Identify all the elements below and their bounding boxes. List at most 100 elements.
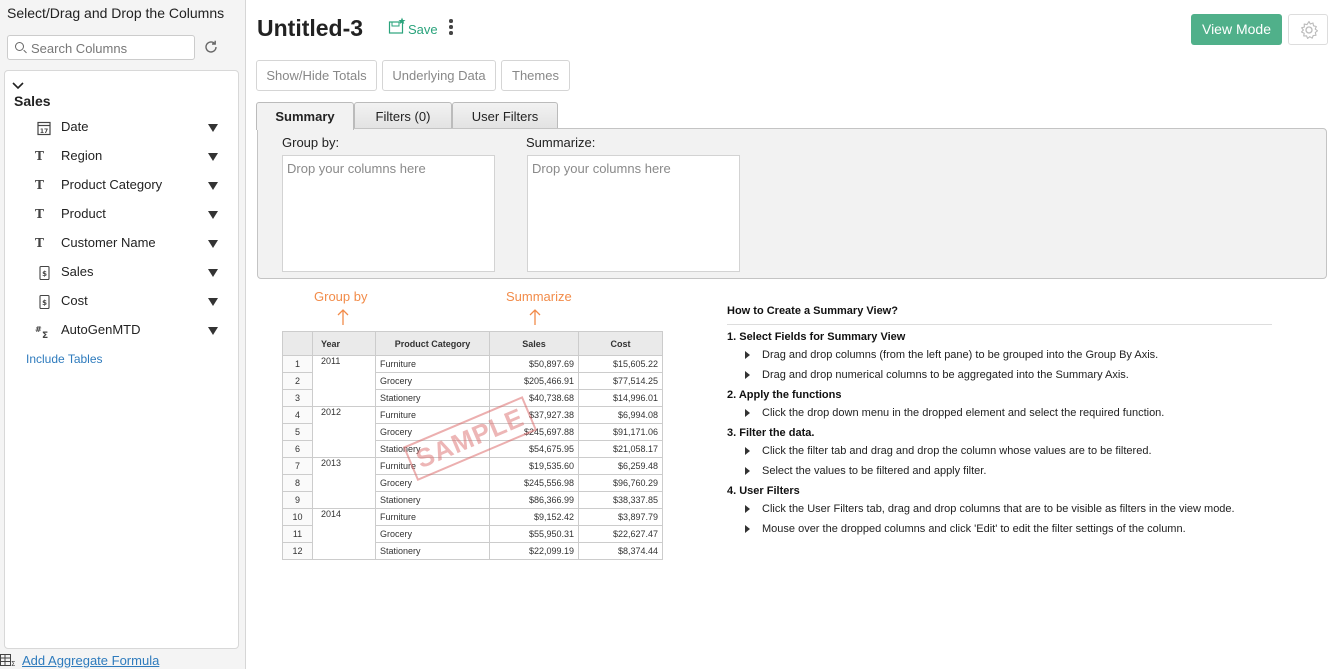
svg-text:#: # [35,325,42,334]
table-row: 1 2011 Furniture $50,897.69 $15,605.22 [282,355,663,407]
save-button[interactable]: Save [388,17,440,37]
column-item-customer-name[interactable]: T Customer Name [35,234,225,254]
table-header: Year [312,331,376,356]
dropdown-arrow-icon[interactable] [208,298,218,306]
report-title[interactable]: Untitled-3 [257,15,363,42]
view-mode-button[interactable]: View Mode [1191,14,1282,45]
drop-placeholder: Drop your columns here [532,161,671,176]
column-tree: Sales 17 Date T Region T Product Categor… [4,70,239,649]
table-cell: 11 [282,525,313,543]
show-hide-totals-button[interactable]: Show/Hide Totals [256,60,377,91]
table-cell: 2011 [312,355,376,407]
table-cell: $22,099.19 [489,542,579,560]
text-type-icon: T [35,178,44,192]
dropdown-arrow-icon[interactable] [208,153,218,161]
text-type-icon: T [35,207,44,221]
howto-bullet: Mouse over the dropped columns and click… [727,523,1272,537]
svg-text:Σ: Σ [42,331,48,339]
more-options-icon[interactable] [446,19,456,37]
column-label: Region [61,148,103,163]
dropdown-arrow-icon[interactable] [208,327,218,335]
search-columns-input[interactable] [31,39,191,57]
underlying-data-button[interactable]: Underlying Data [382,60,496,91]
table-cell: $6,994.08 [578,406,663,424]
table-cell: 6 [282,440,313,458]
svg-text:$: $ [42,299,47,307]
table-cell: $9,152.42 [489,508,579,526]
settings-button[interactable] [1288,14,1328,45]
table-cell: $37,927.38 [489,406,579,424]
table-header [282,331,313,356]
table-cell: $55,950.31 [489,525,579,543]
table-cell: Stationery [375,542,490,560]
table-cell: $77,514.25 [578,372,663,390]
add-aggregate-formula-link[interactable]: Σ Add Aggregate Formula [0,652,240,669]
tab-filters[interactable]: Filters (0) [354,102,452,129]
group-by-drop-zone[interactable]: Drop your columns here [282,155,495,272]
column-item-sales[interactable]: $ Sales [35,263,225,283]
column-item-cost[interactable]: $ Cost [35,292,225,312]
refresh-icon[interactable] [203,39,219,55]
column-pane-title: Select/Drag and Drop the Columns [7,5,225,21]
column-item-product-category[interactable]: T Product Category [35,176,225,196]
text-type-icon: T [35,236,44,250]
summarize-drop-zone[interactable]: Drop your columns here [527,155,740,272]
sample-summary-table: Year Product Category Sales Cost 1 2011 Fu… [282,331,663,560]
include-tables-link[interactable]: Include Tables [26,352,103,366]
table-cell: 2014 [312,508,376,560]
table-cell: $50,897.69 [489,355,579,373]
column-label: Product Category [61,177,163,192]
table-cell: 5 [282,423,313,441]
save-label: Save [408,22,438,37]
table-name[interactable]: Sales [14,93,51,109]
table-cell: $14,996.01 [578,389,663,407]
column-item-autogenmtd[interactable]: # Σ AutoGenMTD [35,321,225,341]
table-cell: Grocery [375,423,490,441]
dropdown-arrow-icon[interactable] [208,240,218,248]
column-label: AutoGenMTD [61,322,141,337]
dropdown-arrow-icon[interactable] [208,269,218,277]
save-icon [388,17,406,34]
howto-bullet: Click the filter tab and drag and drop t… [727,445,1272,459]
table-cell: 2 [282,372,313,390]
table-cell: 4 [282,406,313,424]
tab-summary[interactable]: Summary [256,102,354,130]
tab-user-filters[interactable]: User Filters [452,102,558,129]
column-label: Product [61,206,106,221]
table-row: 10 2014 Furniture $9,152.42 $3,897.79 [282,508,663,560]
arrow-up-icon [337,309,349,325]
table-cell: $21,058.17 [578,440,663,458]
dropdown-arrow-icon[interactable] [208,182,218,190]
table-cell: $40,738.68 [489,389,579,407]
table-cell: $22,627.47 [578,525,663,543]
svg-text:Σ: Σ [11,660,15,667]
search-columns-box[interactable] [7,35,195,60]
column-label: Date [61,119,89,134]
themes-button[interactable]: Themes [501,60,570,91]
howto-bullet: Click the drop down menu in the dropped … [727,407,1272,421]
table-cell: Grocery [375,525,490,543]
dropdown-arrow-icon[interactable] [208,211,218,219]
drop-placeholder: Drop your columns here [287,161,426,176]
table-cell: $3,897.79 [578,508,663,526]
table-cell: 7 [282,457,313,475]
chevron-down-icon[interactable] [12,81,24,91]
table-cell: Grocery [375,372,490,390]
column-item-date[interactable]: 17 Date [35,118,225,138]
table-cell: $245,697.88 [489,423,579,441]
table-cell: 8 [282,474,313,492]
howto-bullet: Select the values to be filtered and app… [727,465,1272,479]
table-cell: Grocery [375,474,490,492]
formula-icon: # Σ [35,325,48,339]
table-cell: Furniture [375,508,490,526]
howto-bullet: Drag and drop columns (from the left pan… [727,349,1272,363]
column-item-product[interactable]: T Product [35,205,225,225]
column-label: Customer Name [61,235,156,250]
table-cell: $91,171.06 [578,423,663,441]
table-cell: $205,466.91 [489,372,579,390]
dropdown-arrow-icon[interactable] [208,124,218,132]
table-cell: $245,556.98 [489,474,579,492]
column-item-region[interactable]: T Region [35,147,225,167]
currency-icon: $ [39,294,50,310]
sample-summarize-label: Summarize [506,289,572,304]
